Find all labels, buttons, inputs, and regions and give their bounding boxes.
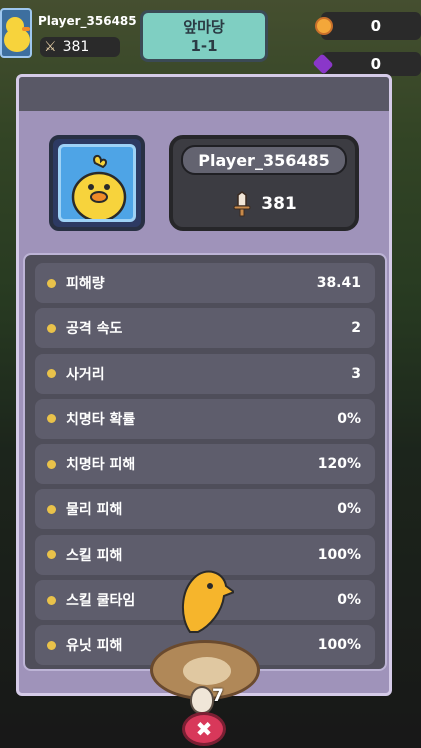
bullet-icon (47, 640, 56, 650)
sword-icon: ⚔ (44, 39, 57, 55)
avatar-background (58, 144, 136, 222)
bullet-icon (47, 459, 56, 469)
profile-name: Player_356485 (181, 145, 347, 175)
stat-value: 120% (317, 456, 361, 473)
close-icon: ✖ (195, 717, 213, 741)
gem-counter: 0 (312, 52, 421, 76)
hud-power-value: 381 (62, 39, 90, 55)
bullet-icon (47, 550, 56, 560)
coin-icon (315, 17, 333, 35)
stat-row-physical-damage: 물리 피해 0% (35, 489, 375, 530)
bullet-icon (47, 595, 56, 605)
chick-icon (182, 570, 234, 633)
hud-avatar[interactable] (0, 8, 32, 58)
coin-counter: 0 (315, 12, 421, 40)
bullet-icon (47, 504, 56, 514)
hud-power: ⚔ 381 (40, 37, 120, 57)
stat-row-attack-speed: 공격 속도 2 (35, 308, 375, 349)
close-button[interactable]: ✖ (182, 712, 226, 746)
hud-player-name: Player_356485 (38, 14, 137, 28)
stat-row-damage: 피해량 38.41 (35, 263, 375, 303)
stat-value: 0% (337, 592, 361, 609)
stat-value: 38.41 (316, 275, 361, 291)
stat-label: 치명타 확률 (66, 411, 136, 428)
profile-power-value: 381 (261, 194, 297, 214)
profile-avatar (49, 135, 145, 231)
stat-value: 0% (337, 501, 361, 518)
sword-icon (233, 191, 251, 217)
profile-info-card: Player_356485 381 (169, 135, 359, 231)
stat-row-crit-damage: 치명타 피해 120% (35, 444, 375, 485)
stat-label: 공격 속도 (66, 321, 123, 338)
stat-value: 2 (351, 320, 361, 337)
stat-value: 100% (317, 637, 361, 654)
stage-title: 앞마당 (183, 18, 225, 36)
egg-icon (190, 686, 214, 714)
gem-value: 0 (370, 55, 381, 73)
stat-value: 3 (351, 365, 361, 382)
duck-icon (4, 17, 30, 52)
bullet-icon (47, 278, 56, 288)
bullet-icon (47, 323, 56, 333)
stat-row-crit-chance: 치명타 확률 0% (35, 398, 375, 439)
bullet-icon (47, 369, 56, 379)
duck-icon (71, 155, 127, 219)
egg-count: 7 (212, 686, 224, 706)
stat-label: 치명타 피해 (66, 457, 136, 474)
stage-number: 1-1 (190, 37, 218, 55)
coin-value: 0 (370, 17, 381, 35)
stat-label: 사거리 (66, 366, 105, 383)
stat-value: 0% (337, 410, 361, 427)
stage-indicator[interactable]: 앞마당 1-1 (140, 10, 268, 62)
nest-egg-icon (183, 657, 231, 685)
modal-header (19, 77, 389, 111)
profile-power: 381 (173, 191, 355, 217)
stat-label: 물리 피해 (66, 502, 123, 519)
stat-label: 피해량 (66, 276, 105, 292)
stat-row-range: 사거리 3 (35, 353, 375, 394)
stat-value: 100% (317, 546, 361, 563)
bullet-icon (47, 414, 56, 424)
stat-label: 스킬 피해 (66, 547, 123, 564)
